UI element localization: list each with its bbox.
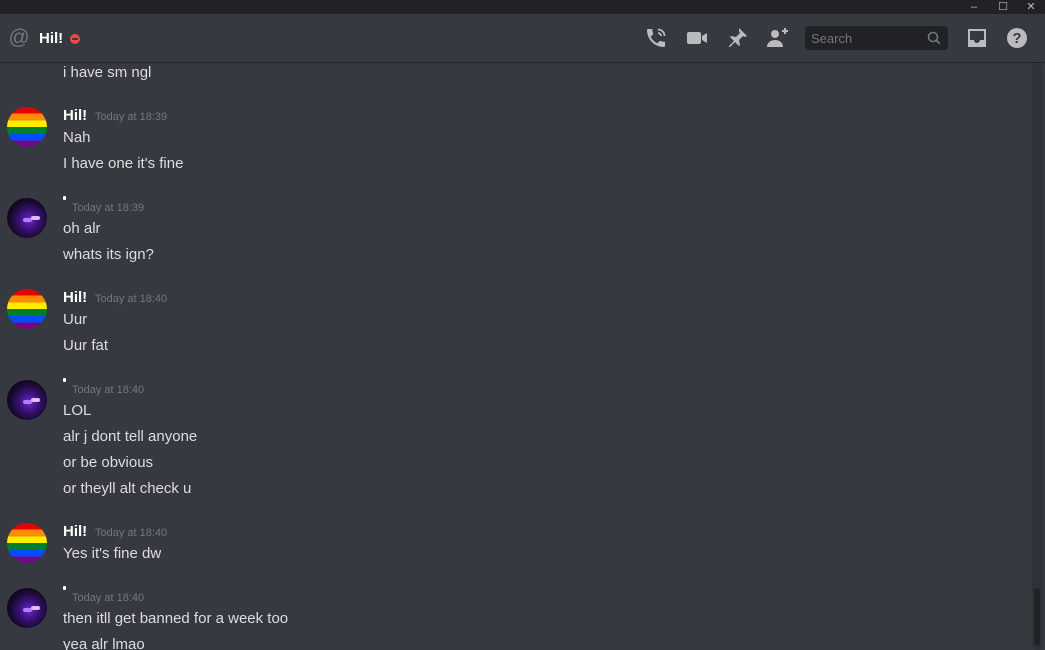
message-text: whats its ign? xyxy=(63,246,154,263)
search-box[interactable] xyxy=(805,26,948,50)
user-avatar[interactable] xyxy=(7,523,47,563)
search-input[interactable] xyxy=(805,26,937,50)
message-text: i have sm ngl xyxy=(63,64,152,81)
message-text: Yes it's fine dw xyxy=(63,545,162,562)
maximize-button[interactable]: ☐ xyxy=(989,0,1017,14)
svg-text:?: ? xyxy=(1012,30,1021,47)
minimize-button[interactable]: – xyxy=(960,0,988,14)
message-timestamp: Today at 18:40 xyxy=(95,527,168,539)
start-video-call-icon[interactable] xyxy=(685,26,709,50)
dnd-status-icon xyxy=(70,34,80,44)
at-icon: @ xyxy=(8,26,30,49)
message-author[interactable]: Hil! xyxy=(63,523,87,540)
user-avatar[interactable] xyxy=(7,107,47,147)
channel-name[interactable]: Hil! xyxy=(39,30,63,47)
message-text: I have one it's fine xyxy=(63,155,184,172)
search-icon xyxy=(927,31,941,45)
message-text: Uur fat xyxy=(63,337,109,354)
help-icon[interactable]: ? xyxy=(1005,26,1029,50)
message-author-mark[interactable] xyxy=(63,196,66,200)
channel-header: @ Hil! ? xyxy=(0,14,1045,62)
message-timestamp: Today at 18:39 xyxy=(95,111,168,123)
message-text: oh alr xyxy=(63,220,101,237)
message-list: i have sm ngl Hil! Today at 18:39 Nah I … xyxy=(0,62,1030,650)
message-text: then itll get banned for a week too xyxy=(63,610,289,627)
inbox-icon[interactable] xyxy=(965,26,989,50)
scrollbar-thumb[interactable] xyxy=(1034,588,1040,646)
message-text: alr j dont tell anyone xyxy=(63,428,198,445)
message-timestamp: Today at 18:39 xyxy=(72,202,145,214)
message-text: Nah xyxy=(63,129,91,146)
user-avatar[interactable] xyxy=(7,588,47,628)
message-text: or theyll alt check u xyxy=(63,480,192,497)
message-author[interactable]: Hil! xyxy=(63,289,87,306)
message-text: Uur xyxy=(63,311,88,328)
message-text: yea alr lmao xyxy=(63,636,145,650)
pinned-messages-icon[interactable] xyxy=(725,26,749,50)
user-avatar[interactable] xyxy=(7,289,47,329)
user-avatar[interactable] xyxy=(7,380,47,420)
add-friend-icon[interactable] xyxy=(765,26,789,50)
user-avatar[interactable] xyxy=(7,198,47,238)
message-text: or be obvious xyxy=(63,454,154,471)
message-author[interactable]: Hil! xyxy=(63,107,87,124)
message-text: LOL xyxy=(63,402,92,419)
message-timestamp: Today at 18:40 xyxy=(72,592,145,604)
scrollbar-track[interactable] xyxy=(1032,62,1042,650)
message-timestamp: Today at 18:40 xyxy=(95,293,168,305)
start-voice-call-icon[interactable] xyxy=(644,26,668,50)
close-button[interactable]: ✕ xyxy=(1017,0,1045,14)
message-timestamp: Today at 18:40 xyxy=(72,384,145,396)
message-author-mark[interactable] xyxy=(63,586,66,590)
message-author-mark[interactable] xyxy=(63,378,66,382)
window-titlebar: – ☐ ✕ xyxy=(0,0,1045,14)
